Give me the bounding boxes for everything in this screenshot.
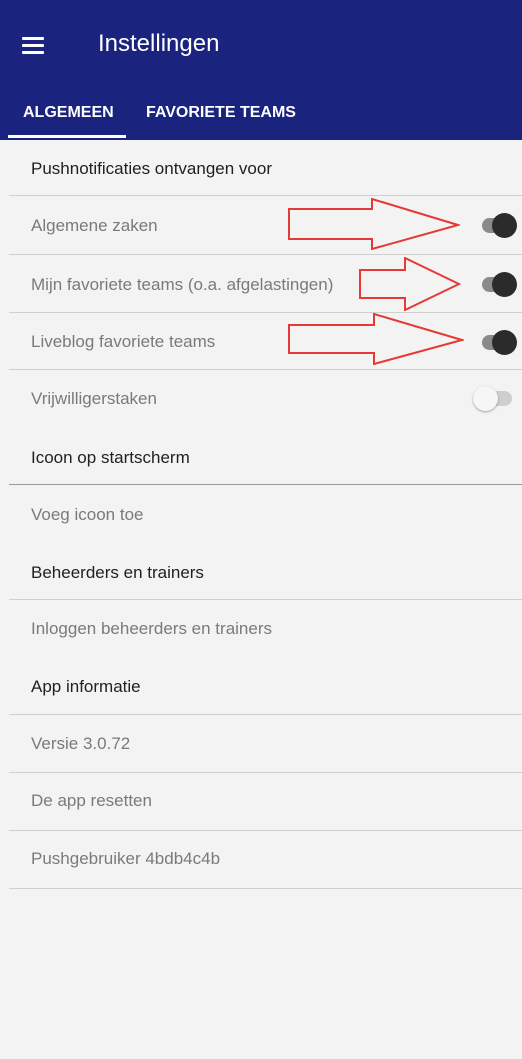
setting-label: Inloggen beheerders en trainers <box>31 619 272 638</box>
toggle-algemene-zaken[interactable] <box>480 213 517 238</box>
section-title-push: Pushnotificaties ontvangen voor <box>31 159 272 178</box>
setting-label: Versie 3.0.72 <box>31 734 131 753</box>
toggle-vrijwilligerstaken[interactable] <box>473 386 514 411</box>
setting-row-inloggen[interactable]: Inloggen beheerders en trainers <box>0 600 522 656</box>
toggle-favoriete-teams[interactable] <box>480 272 517 297</box>
setting-label: Liveblog favoriete teams <box>31 332 216 351</box>
setting-label: Vrijwilligerstaken <box>31 389 157 408</box>
divider <box>9 888 522 889</box>
annotation-arrow-1 <box>288 198 460 250</box>
page-title: Instellingen <box>98 30 220 57</box>
section-title-app-info: App informatie <box>31 677 141 696</box>
setting-row-app-resetten[interactable]: De app resetten <box>0 773 522 830</box>
annotation-arrow-3 <box>288 313 464 365</box>
section-title-admin: Beheerders en trainers <box>31 563 204 582</box>
app-bar: Instellingen ALGEMEEN FAVORIETE TEAMS <box>0 0 522 140</box>
annotation-arrow-2 <box>359 257 461 311</box>
setting-row-vrijwilligerstaken[interactable]: Vrijwilligerstaken <box>0 370 522 426</box>
setting-label: Algemene zaken <box>31 216 158 235</box>
toggle-liveblog[interactable] <box>480 330 517 355</box>
setting-row-pushgebruiker: Pushgebruiker 4bdb4c4b <box>0 831 522 888</box>
setting-row-voeg-icoon-toe[interactable]: Voeg icoon toe <box>0 485 522 541</box>
setting-row-versie: Versie 3.0.72 <box>0 715 522 772</box>
section-title-icon: Icoon op startscherm <box>31 448 190 467</box>
hamburger-menu-icon[interactable] <box>22 34 48 56</box>
setting-label: De app resetten <box>31 791 152 810</box>
setting-label: Voeg icoon toe <box>31 505 144 524</box>
tab-algemeen[interactable]: ALGEMEEN <box>8 104 126 138</box>
setting-label: Mijn favoriete teams (o.a. afgelastingen… <box>31 275 334 294</box>
tab-favoriete-teams[interactable]: FAVORIETE TEAMS <box>146 104 296 122</box>
setting-label: Pushgebruiker 4bdb4c4b <box>31 849 221 868</box>
